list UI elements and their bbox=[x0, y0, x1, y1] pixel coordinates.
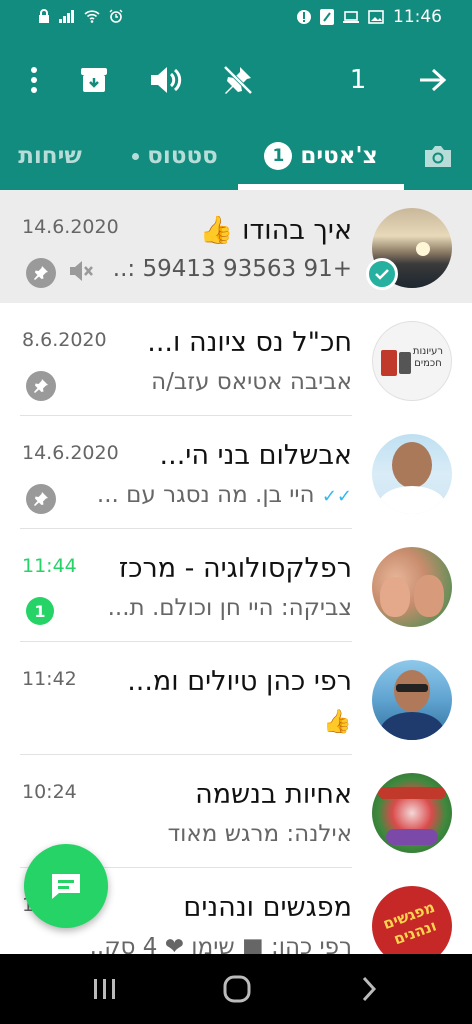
wifi-icon bbox=[84, 10, 100, 23]
tab-chats-label: צ'אטים bbox=[300, 143, 378, 169]
chat-time: 8.6.2020 bbox=[22, 329, 107, 351]
app-icon bbox=[320, 9, 334, 25]
pin-icon bbox=[26, 371, 56, 401]
chat-last-message: +91 93563 59413 :.. bbox=[112, 256, 352, 282]
back-icon[interactable] bbox=[344, 970, 394, 1008]
chat-time: 10:24 bbox=[22, 781, 77, 803]
tab-bar: שיחות סטטוס 1 צ'אטים bbox=[0, 122, 472, 190]
chat-indicators: 1 bbox=[26, 597, 54, 625]
signal-icon bbox=[59, 10, 74, 23]
status-icons-left bbox=[38, 9, 123, 23]
chat-row[interactable]: רעיונות חכמים חכ"ל נס ציונה ו... 8.6.202… bbox=[0, 303, 472, 416]
new-chat-button[interactable] bbox=[24, 844, 108, 928]
tab-calls-label: שיחות bbox=[18, 143, 82, 169]
chat-time: 11:42 bbox=[22, 668, 77, 690]
chat-name: אחיות בנשמה bbox=[195, 779, 352, 810]
chats-unread-badge: 1 bbox=[264, 142, 293, 170]
avatar bbox=[372, 547, 452, 627]
recent-apps-icon[interactable] bbox=[80, 970, 130, 1008]
notification-icon bbox=[297, 10, 311, 24]
chat-name: רפי כהן טיולים ומ... bbox=[127, 666, 352, 697]
status-time: 11:46 bbox=[393, 7, 442, 27]
tab-status-label: סטטוס bbox=[147, 143, 218, 169]
chat-time: 14.6.2020 bbox=[22, 442, 119, 464]
unread-count-badge: 1 bbox=[26, 597, 54, 625]
chat-name: חכ"ל נס ציונה ו... bbox=[147, 327, 352, 358]
chat-list: איך בהודו 👍 14.6.2020 +91 93563 59413 :.… bbox=[0, 190, 472, 954]
avatar bbox=[372, 434, 452, 514]
tab-chats[interactable]: 1 צ'אטים bbox=[238, 122, 404, 190]
pin-icon bbox=[26, 258, 56, 288]
avatar bbox=[372, 660, 452, 740]
chat-last-message: אביבה אטיאס עזב/ה bbox=[151, 369, 352, 395]
tab-camera[interactable] bbox=[412, 122, 464, 190]
selection-toolbar: 1 bbox=[0, 36, 472, 122]
home-icon[interactable] bbox=[212, 970, 262, 1008]
laptop-icon bbox=[343, 11, 359, 23]
chat-row[interactable]: אבשלום בני הי... 14.6.2020 ✓✓ היי בן. מה… bbox=[0, 416, 472, 529]
pin-icon bbox=[26, 484, 56, 514]
chat-time: 14.6.2020 bbox=[22, 216, 119, 238]
chat-last-message: צביקה: היי חן וכולם. ת... bbox=[107, 595, 352, 621]
avatar-text: מפגשים ונהנים bbox=[380, 897, 439, 949]
chat-last-message: ✓✓ היי בן. מה נסגר עם ... bbox=[96, 482, 352, 508]
muted-icon bbox=[68, 260, 94, 286]
chat-row[interactable]: איך בהודו 👍 14.6.2020 +91 93563 59413 :.… bbox=[0, 190, 472, 303]
back-arrow-icon[interactable] bbox=[412, 60, 452, 100]
avatar bbox=[372, 773, 452, 853]
chat-name: איך בהודו 👍 bbox=[199, 215, 352, 246]
read-ticks-icon: ✓✓ bbox=[321, 486, 352, 507]
avatar: רעיונות חכמים bbox=[372, 321, 452, 401]
chat-indicators bbox=[26, 484, 56, 514]
gallery-icon bbox=[368, 10, 384, 24]
archive-icon[interactable] bbox=[74, 60, 114, 100]
lock-icon bbox=[39, 9, 49, 23]
chat-last-message: אילנה: מרגש מאוד bbox=[167, 821, 352, 847]
chat-indicators bbox=[26, 371, 56, 401]
chat-name: אבשלום בני הי... bbox=[159, 440, 352, 471]
selected-count: 1 bbox=[349, 65, 367, 95]
avatar-text: רעיונות חכמים bbox=[412, 346, 444, 369]
unpin-icon[interactable] bbox=[218, 60, 258, 100]
alarm-icon bbox=[109, 9, 123, 23]
chat-last-message: 👍 bbox=[323, 709, 352, 735]
tab-status[interactable]: סטטוס bbox=[112, 122, 238, 190]
chat-indicators bbox=[26, 258, 94, 288]
selected-check-icon bbox=[366, 258, 398, 290]
status-new-dot bbox=[132, 152, 140, 160]
status-bar: 11:46 bbox=[0, 0, 472, 36]
chat-name: מפגשים ונהנים bbox=[183, 892, 352, 923]
status-icons-right: 11:46 bbox=[297, 7, 442, 27]
chat-row[interactable]: רפלקסולוגיה - מרכז 11:44 צביקה: היי חן ו… bbox=[0, 529, 472, 642]
system-nav-bar bbox=[0, 954, 472, 1024]
chat-last-message: רפי כהן: ■ שימו ❤ 4 סק... bbox=[92, 934, 352, 954]
chat-row[interactable]: רפי כהן טיולים ומ... 11:42 👍 bbox=[0, 642, 472, 755]
chat-time: 11:44 bbox=[22, 555, 77, 577]
avatar: מפגשים ונהנים bbox=[372, 886, 452, 954]
camera-icon bbox=[425, 146, 451, 167]
tab-calls[interactable]: שיחות bbox=[2, 122, 98, 190]
chat-icon bbox=[52, 874, 80, 899]
more-options-icon[interactable] bbox=[14, 60, 54, 100]
unmute-icon[interactable] bbox=[146, 60, 186, 100]
chat-name: רפלקסולוגיה - מרכז bbox=[118, 553, 352, 584]
